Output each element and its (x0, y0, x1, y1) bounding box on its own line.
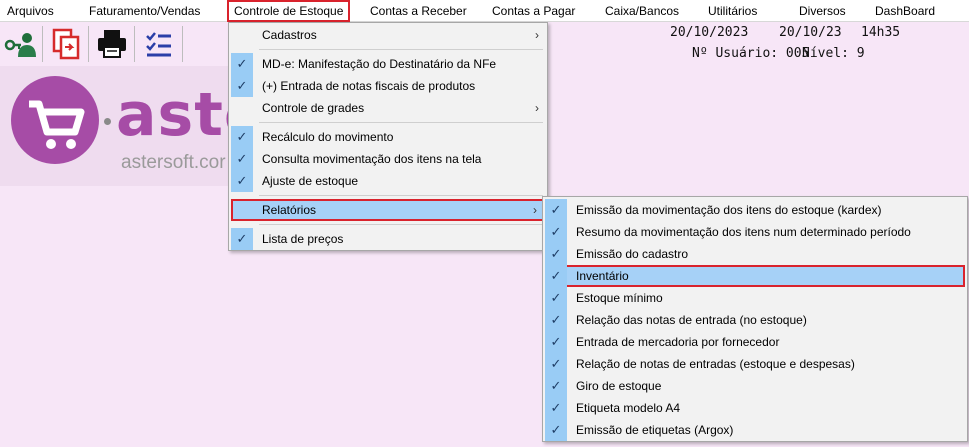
chevron-right-icon: › (535, 101, 539, 115)
check-icon: ✓ (545, 353, 567, 375)
copy-document-icon[interactable] (48, 27, 84, 61)
check-icon: ✓ (231, 170, 253, 192)
relatorios-submenu: ✓ Emissão da movimentação dos itens do e… (542, 196, 968, 442)
menu-item-label: Controle de grades (262, 101, 365, 115)
menu-divider (259, 49, 543, 50)
menu-controle-de-estoque[interactable]: Controle de Estoque (227, 0, 351, 22)
menu-item-consulta-movimentacao[interactable]: ✓ Consulta movimentação dos itens na tel… (231, 148, 545, 170)
check-icon: ✓ (545, 375, 567, 397)
submenu-item-etiquetas-argox[interactable]: ✓ Emissão de etiquetas (Argox) (545, 419, 965, 441)
submenu-item-resumo-movimentacao[interactable]: ✓ Resumo da movimentação dos itens num d… (545, 221, 965, 243)
status-date-short: 20/10/23 (779, 25, 842, 40)
menu-item-label: Entrada de mercadoria por fornecedor (576, 335, 780, 349)
check-icon: ✓ (545, 309, 567, 331)
user-key-icon[interactable] (2, 27, 38, 61)
check-icon: ✓ (545, 199, 567, 221)
status-time: 14h35 (861, 25, 901, 40)
astersoft-logo: aste astersoft.cor (0, 66, 230, 186)
menu-bar: Arquivos Faturamento/Vendas Controle de … (0, 0, 969, 22)
menu-item-label: Etiqueta modelo A4 (576, 401, 681, 415)
check-icon: ✓ (231, 75, 253, 97)
check-icon: ✓ (545, 221, 567, 243)
menu-item-label: MD-e: Manifestação do Destinatário da NF… (262, 57, 497, 71)
menu-contas-a-receber[interactable]: Contas a Receber (370, 0, 467, 22)
menu-item-entrada-notas[interactable]: ✓ (+) Entrada de notas fiscais de produt… (231, 75, 545, 97)
menu-faturamento-vendas[interactable]: Faturamento/Vendas (89, 0, 200, 22)
toolbar-separator (42, 26, 43, 62)
menu-item-relatorios[interactable]: Relatórios › (231, 199, 545, 221)
chevron-right-icon: › (535, 28, 539, 42)
check-icon: ✓ (231, 53, 253, 75)
toolbar-separator (88, 26, 89, 62)
menu-caixa-bancos[interactable]: Caixa/Bancos (605, 0, 679, 22)
menu-divider (259, 122, 543, 123)
check-icon: ✓ (545, 331, 567, 353)
submenu-item-notas-entrada[interactable]: ✓ Relação das notas de entrada (no estoq… (545, 309, 965, 331)
submenu-item-notas-estoque-despesas[interactable]: ✓ Relação de notas de entradas (estoque … (545, 353, 965, 375)
menu-item-recalculo[interactable]: ✓ Recálculo do movimento (231, 126, 545, 148)
status-user-number: Nº Usuário: 005 (692, 46, 810, 61)
toolbar-separator (182, 26, 183, 62)
submenu-item-emissao-cadastro[interactable]: ✓ Emissão do cadastro (545, 243, 965, 265)
menu-item-label: Consulta movimentação dos itens na tela (262, 152, 482, 166)
menu-item-label: Emissão da movimentação dos itens do est… (576, 203, 882, 217)
menu-item-label: Relatórios (262, 203, 317, 217)
menu-item-label: Estoque mínimo (576, 291, 663, 305)
menu-item-label: (+) Entrada de notas fiscais de produtos (262, 79, 476, 93)
menu-item-label: Ajuste de estoque (262, 174, 359, 188)
menu-item-label: Emissão do cadastro (576, 247, 689, 261)
status-level: Nível: 9 (802, 46, 865, 61)
submenu-item-entrada-fornecedor[interactable]: ✓ Entrada de mercadoria por fornecedor (545, 331, 965, 353)
check-icon: ✓ (231, 148, 253, 170)
menu-item-label: Giro de estoque (576, 379, 662, 393)
menu-divider (259, 195, 543, 196)
printer-icon[interactable] (94, 27, 130, 61)
menu-item-label: Inventário (576, 269, 629, 283)
menu-item-label: Recálculo do movimento (262, 130, 394, 144)
menu-contas-a-pagar[interactable]: Contas a Pagar (492, 0, 575, 22)
toolbar-separator (134, 26, 135, 62)
check-icon: ✓ (545, 243, 567, 265)
menu-item-ajuste-estoque[interactable]: ✓ Ajuste de estoque (231, 170, 545, 192)
menu-item-md-e[interactable]: ✓ MD-e: Manifestação do Destinatário da … (231, 53, 545, 75)
menu-dashboard[interactable]: DashBoard (875, 0, 935, 22)
menu-divider (259, 224, 543, 225)
check-icon: ✓ (231, 126, 253, 148)
menu-item-controle-grades[interactable]: Controle de grades › (231, 97, 545, 119)
check-icon: ✓ (231, 228, 253, 250)
submenu-item-giro-estoque[interactable]: ✓ Giro de estoque (545, 375, 965, 397)
menu-item-label: Emissão de etiquetas (Argox) (576, 423, 734, 437)
menu-item-label: Relação de notas de entradas (estoque e … (576, 357, 855, 371)
menu-item-label: Resumo da movimentação dos itens num det… (576, 225, 911, 239)
menu-item-lista-precos[interactable]: ✓ Lista de preços (231, 228, 545, 250)
cart-icon (29, 100, 85, 149)
check-icon: ✓ (545, 265, 567, 287)
submenu-item-inventario[interactable]: ✓ Inventário (545, 265, 965, 287)
estoque-dropdown-menu: Cadastros › ✓ MD-e: Manifestação do Dest… (228, 22, 548, 251)
checklist-icon[interactable] (140, 27, 176, 61)
status-date-full: 20/10/2023 (670, 25, 749, 40)
check-icon: ✓ (545, 397, 567, 419)
chevron-right-icon: › (533, 203, 537, 217)
menu-item-label: Cadastros (262, 28, 317, 42)
submenu-item-estoque-minimo[interactable]: ✓ Estoque mínimo (545, 287, 965, 309)
check-icon: ✓ (545, 287, 567, 309)
menu-diversos[interactable]: Diversos (799, 0, 846, 22)
menu-utilitarios[interactable]: Utilitários (708, 0, 757, 22)
menu-item-cadastros[interactable]: Cadastros › (231, 24, 545, 46)
submenu-item-kardex[interactable]: ✓ Emissão da movimentação dos itens do e… (545, 199, 965, 221)
menu-arquivos[interactable]: Arquivos (7, 0, 54, 22)
logo-url: astersoft.cor (121, 152, 226, 173)
submenu-item-etiqueta-a4[interactable]: ✓ Etiqueta modelo A4 (545, 397, 965, 419)
menu-item-label: Relação das notas de entrada (no estoque… (576, 313, 807, 327)
logo-circle (11, 76, 99, 164)
logo-dot (104, 118, 111, 125)
logo-text: aste (116, 80, 230, 150)
check-icon: ✓ (545, 419, 567, 441)
menu-item-label: Lista de preços (262, 232, 344, 246)
